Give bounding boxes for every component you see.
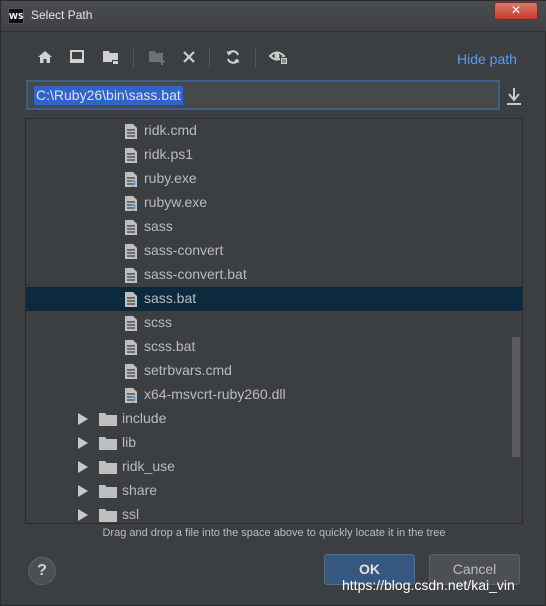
tree-scrollbar-thumb[interactable] bbox=[512, 337, 520, 457]
svg-text:?: ? bbox=[130, 179, 136, 188]
tree-row-file[interactable]: sass-convert.bat bbox=[26, 263, 522, 287]
tree-row-label: lib bbox=[122, 434, 137, 450]
svg-text:?: ? bbox=[130, 395, 136, 404]
delete-icon bbox=[183, 51, 195, 63]
tree-row-file[interactable]: sass-convert bbox=[26, 239, 522, 263]
expand-arrow-icon[interactable] bbox=[78, 413, 88, 425]
show-hidden-button[interactable] bbox=[267, 45, 291, 69]
expand-arrow-icon[interactable] bbox=[78, 461, 88, 473]
text-file-icon bbox=[125, 364, 137, 379]
toolbar-separator bbox=[209, 48, 210, 68]
text-file-icon bbox=[125, 244, 137, 259]
tree-row-file[interactable]: ? x64-msvcrt-ruby260.dll bbox=[26, 383, 522, 407]
delete-button[interactable] bbox=[177, 45, 201, 69]
download-button[interactable] bbox=[504, 85, 524, 107]
desktop-button[interactable] bbox=[65, 45, 89, 69]
download-icon bbox=[507, 88, 521, 105]
tree-row-label: ridk.cmd bbox=[144, 122, 197, 138]
folder-icon bbox=[99, 461, 117, 474]
webstorm-app-icon: WS bbox=[8, 8, 24, 24]
refresh-button[interactable] bbox=[221, 45, 245, 69]
title-bar: WS Select Path ✕ bbox=[1, 1, 546, 32]
tree-row-label: scss bbox=[144, 314, 172, 330]
tree-row-label: scss.bat bbox=[144, 338, 196, 354]
folder-icon bbox=[99, 509, 117, 522]
tree-row-label: include bbox=[122, 410, 167, 426]
path-input-value: C:\Ruby26\bin\sass.bat bbox=[34, 86, 183, 105]
unknown-file-icon: ? bbox=[125, 196, 137, 212]
new-folder-icon bbox=[149, 51, 165, 65]
show-hidden-icon bbox=[269, 51, 288, 65]
tree-row-folder[interactable]: include bbox=[26, 407, 522, 431]
unknown-file-icon: ? bbox=[125, 388, 137, 404]
refresh-icon bbox=[226, 50, 240, 64]
desktop-icon bbox=[70, 50, 84, 63]
tree-row-file[interactable]: sass.bat bbox=[26, 287, 522, 311]
project-folder-icon bbox=[103, 51, 119, 65]
folder-icon bbox=[99, 485, 117, 498]
folder-icon bbox=[99, 437, 117, 450]
toolbar-separator bbox=[255, 48, 256, 68]
tree-row-file[interactable]: scss.bat bbox=[26, 335, 522, 359]
expand-arrow-icon[interactable] bbox=[78, 437, 88, 449]
path-input[interactable]: C:\Ruby26\bin\sass.bat bbox=[26, 80, 500, 110]
tree-row-label: sass-convert.bat bbox=[144, 266, 247, 282]
text-file-icon bbox=[125, 340, 137, 355]
new-folder-button[interactable] bbox=[145, 45, 169, 69]
watermark: https://blog.csdn.net/kai_vin bbox=[342, 577, 515, 593]
text-file-icon bbox=[125, 316, 137, 331]
tree-row-folder[interactable]: lib bbox=[26, 431, 522, 455]
tree-row-file[interactable]: ? ruby.exe bbox=[26, 167, 522, 191]
text-file-icon bbox=[125, 148, 137, 163]
expand-arrow-icon[interactable] bbox=[78, 509, 88, 521]
text-file-icon bbox=[125, 220, 137, 235]
tree-row-label: ridk.ps1 bbox=[144, 146, 194, 162]
toolbar bbox=[27, 45, 507, 73]
tree-row-label: share bbox=[122, 482, 158, 498]
toolbar-separator bbox=[133, 48, 134, 68]
text-file-icon bbox=[125, 292, 137, 307]
tree-row-label: ruby.exe bbox=[144, 170, 197, 186]
tree-row-folder[interactable]: ridk_use bbox=[26, 455, 522, 479]
help-button[interactable]: ? bbox=[28, 557, 56, 585]
tree-row-label: sass.bat bbox=[144, 290, 197, 306]
tree-row-file[interactable]: setrbvars.cmd bbox=[26, 359, 522, 383]
home-button[interactable] bbox=[33, 45, 57, 69]
tree-row-file[interactable]: scss bbox=[26, 311, 522, 335]
text-file-icon bbox=[125, 124, 137, 139]
svg-text:?: ? bbox=[130, 203, 136, 212]
expand-arrow-icon[interactable] bbox=[78, 485, 88, 497]
tree-row-file[interactable]: ridk.cmd bbox=[26, 119, 522, 143]
tree-row-label: rubyw.exe bbox=[144, 194, 208, 210]
tree-row-label: ridk_use bbox=[122, 458, 175, 474]
drag-drop-hint: Drag and drop a file into the space abov… bbox=[102, 527, 446, 539]
window-title: Select Path bbox=[31, 8, 93, 22]
tree-row-label: sass-convert bbox=[144, 242, 224, 258]
file-tree[interactable]: ridk.cmd ridk.ps1? ruby.exe? rubyw.exe sass s… bbox=[25, 118, 523, 524]
text-file-icon bbox=[125, 268, 137, 283]
tree-row-label: ssl bbox=[122, 506, 140, 522]
tree-row-folder[interactable]: ssl bbox=[26, 503, 522, 523]
project-folder-button[interactable] bbox=[99, 45, 123, 69]
tree-row-file[interactable]: ridk.ps1 bbox=[26, 143, 522, 167]
tree-row-label: sass bbox=[144, 218, 173, 234]
home-icon bbox=[38, 51, 52, 63]
tree-row-file[interactable]: ? rubyw.exe bbox=[26, 191, 522, 215]
hide-path-link[interactable]: Hide path bbox=[457, 51, 517, 67]
folder-icon bbox=[99, 413, 117, 426]
tree-row-label: x64-msvcrt-ruby260.dll bbox=[144, 386, 286, 402]
tree-row-folder[interactable]: share bbox=[26, 479, 522, 503]
select-path-dialog: WS Select Path ✕ Hide path C:\Ruby26\bin… bbox=[0, 0, 546, 606]
unknown-file-icon: ? bbox=[125, 172, 137, 188]
tree-row-label: setrbvars.cmd bbox=[144, 362, 232, 378]
close-window-button[interactable]: ✕ bbox=[494, 2, 538, 20]
tree-row-file[interactable]: sass bbox=[26, 215, 522, 239]
